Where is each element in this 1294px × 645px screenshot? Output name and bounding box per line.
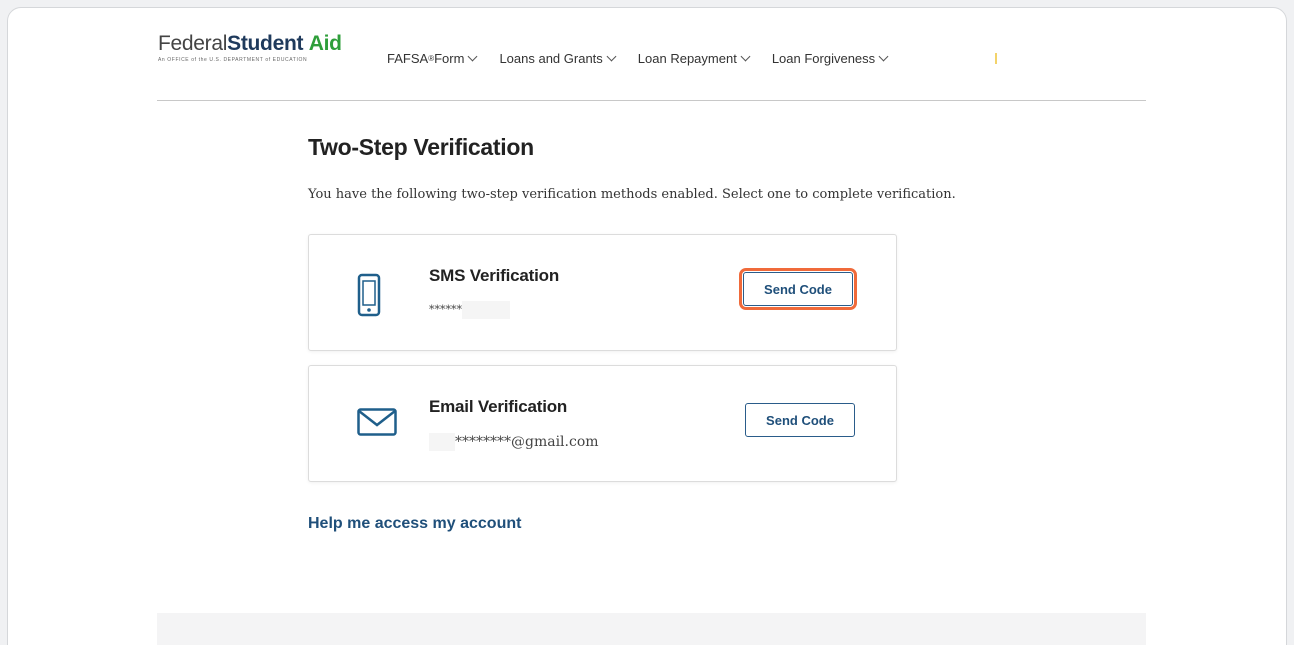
sms-send-code-button[interactable]: Send Code — [743, 272, 853, 306]
page-subtitle: You have the following two-step verifica… — [308, 187, 956, 202]
browser-frame: FederalStudent Aid An OFFICE of the U.S.… — [7, 7, 1287, 645]
footer-band — [157, 613, 1146, 645]
page-title: Two-Step Verification — [308, 134, 534, 160]
logo-word-aid: Aid — [308, 32, 342, 55]
nav-item-loan-forgiveness[interactable]: Loan Forgiveness — [772, 51, 889, 66]
email-verification-card: Email Verification ********@gmail.com Se… — [308, 365, 897, 482]
sms-verification-title: SMS Verification — [429, 266, 560, 285]
help-access-account-link[interactable]: Help me access my account — [308, 515, 521, 533]
envelope-icon — [357, 408, 397, 441]
federal-student-aid-logo[interactable]: FederalStudent Aid An OFFICE of the U.S.… — [158, 32, 343, 63]
chevron-down-icon — [467, 51, 478, 62]
email-verification-title: Email Verification — [429, 397, 568, 416]
logo-word-student: Student — [227, 32, 304, 55]
chevron-down-icon — [606, 51, 617, 62]
sms-masked-number: ****** — [429, 301, 510, 319]
sms-verification-card: SMS Verification ****** Send Code — [308, 234, 897, 351]
redaction-box — [429, 433, 455, 451]
logo-word-federal: Federal — [158, 32, 228, 55]
logo-tagline: An OFFICE of the U.S. DEPARTMENT of EDUC… — [158, 57, 308, 63]
nav-overflow-mark — [995, 53, 997, 64]
email-send-code-button[interactable]: Send Code — [745, 403, 855, 437]
chevron-down-icon — [740, 51, 751, 62]
nav-item-fafsa-form[interactable]: FAFSA ® Form — [387, 51, 478, 66]
redaction-box — [462, 301, 510, 319]
main-nav: FAFSA ® Form Loans and Grants Loan Repaym… — [387, 51, 910, 66]
chevron-down-icon — [878, 51, 889, 62]
nav-item-loan-repayment[interactable]: Loan Repayment — [638, 51, 751, 66]
nav-item-loans-and-grants[interactable]: Loans and Grants — [499, 51, 617, 66]
phone-icon — [357, 273, 381, 322]
email-masked-address: ********@gmail.com — [429, 433, 599, 451]
